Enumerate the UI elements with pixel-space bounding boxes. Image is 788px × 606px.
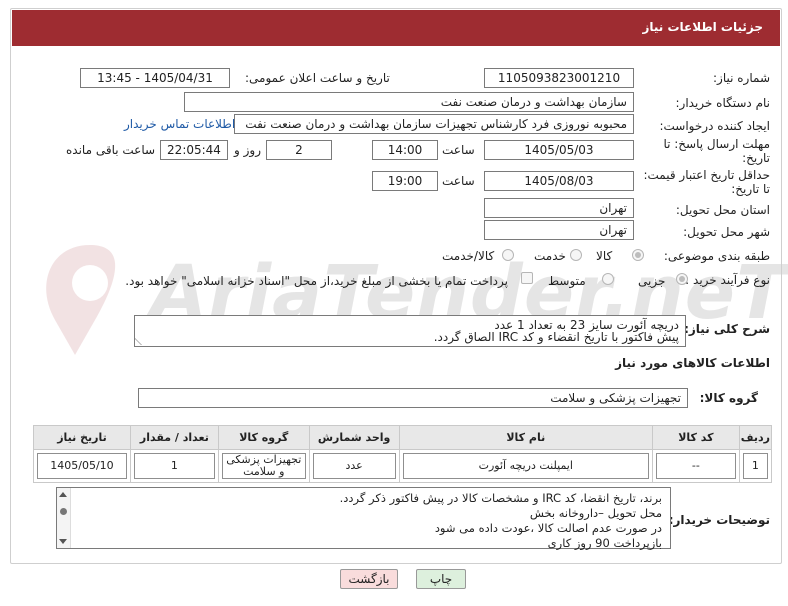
announce-date-field: 1405/04/31 - 13:45 xyxy=(80,68,230,88)
creator-label: ایجاد کننده درخواست: xyxy=(659,119,770,133)
scroll-down-icon[interactable] xyxy=(59,539,67,544)
buyer-org-field: سازمان بهداشت و درمان صنعت نفت xyxy=(184,92,634,112)
process-type-label: نوع فرآیند خرید : xyxy=(685,273,770,287)
category-goods-label: کالا xyxy=(596,249,613,263)
price-validity-label: حداقل تاریخ اعتبار قیمت: xyxy=(643,168,770,182)
buyer-notes-line-1: برند، تاریخ انقضا، کد IRC و مشخصات کالا … xyxy=(339,491,662,505)
province-label: استان محل تحویل: xyxy=(675,203,770,217)
cell-unit: عدد xyxy=(312,453,396,479)
col-date-header: تاریخ نیاز xyxy=(33,425,131,450)
panel-title: جزئیات اطلاعات نیاز xyxy=(642,20,763,34)
buyer-notes-text: برند، تاریخ انقضا، کد IRC و مشخصات کالا … xyxy=(82,491,662,551)
notes-scrollbar[interactable] xyxy=(57,488,71,548)
buyer-notes-textarea[interactable]: برند، تاریخ انقضا، کد IRC و مشخصات کالا … xyxy=(56,487,671,551)
need-number-field: 1105093823001210 xyxy=(484,68,634,88)
process-medium-label: متوسط xyxy=(548,274,586,288)
announce-date-label: تاریخ و ساعت اعلان عمومی: xyxy=(245,71,390,85)
col-code-header: کد کالا xyxy=(651,425,740,450)
process-partial-label: جزیی xyxy=(638,274,666,288)
page: AriaTender.neT جزئیات اطلاعات نیاز شماره… xyxy=(0,0,788,606)
goods-group-field: تجهیزات پزشکی و سلامت xyxy=(138,388,688,408)
deadline-time-label: ساعت xyxy=(442,143,475,157)
city-label: شهر محل تحویل: xyxy=(683,225,770,239)
category-goods-radio[interactable] xyxy=(632,249,644,261)
description-label: شرح کلی نیاز: xyxy=(684,322,770,336)
buyer-notes-line-4: بازپرداخت 90 روز کاری xyxy=(547,536,662,550)
table-header-row: ردیف کد کالا نام کالا واحد شمارش گروه کا… xyxy=(33,425,773,450)
category-service-radio[interactable] xyxy=(570,249,582,261)
days-count-field: 2 xyxy=(266,140,332,160)
cell-qty: 1 xyxy=(133,453,215,479)
category-goods-service-label: کالا/خدمت xyxy=(442,249,495,263)
price-validity-time-label: ساعت xyxy=(442,174,475,188)
deadline-date-field: 1405/05/03 xyxy=(484,140,634,160)
scroll-thumb-icon[interactable] xyxy=(60,508,67,515)
description-textarea[interactable]: دریچه آئورت سایز 23 به تعداد 1 عدد پیش ف… xyxy=(134,315,686,347)
buyer-notes-label: توضیحات خریدار: xyxy=(668,513,770,527)
col-qty-header: تعداد / مقدار xyxy=(129,425,219,450)
table-row: 1 -- ایمپلنت دریچه آئورت عدد تجهیزات پزش… xyxy=(33,449,773,483)
remaining-time-field: 22:05:44 xyxy=(160,140,228,160)
buyer-contact-link[interactable]: اطلاعات تماس خریدار xyxy=(124,117,235,131)
deadline-label: مهلت ارسال پاسخ: تا xyxy=(663,137,770,151)
cell-code: -- xyxy=(655,453,736,479)
deadline-label-date: تاریخ: xyxy=(742,151,770,165)
cell-row: 1 xyxy=(742,453,768,479)
cell-group: تجهیزات پزشکی و سلامت xyxy=(221,453,306,479)
price-validity-label-date: تا تاریخ: xyxy=(731,182,770,196)
treasury-payment-checkbox[interactable] xyxy=(521,272,533,284)
print-button[interactable]: چاپ xyxy=(416,569,466,589)
col-unit-header: واحد شمارش xyxy=(308,425,400,450)
city-field: تهران xyxy=(484,220,634,240)
category-goods-service-radio[interactable] xyxy=(502,249,514,261)
price-validity-date-field: 1405/08/03 xyxy=(484,171,634,191)
goods-info-title: اطلاعات کالاهای مورد نیاز xyxy=(615,356,770,370)
category-service-label: خدمت xyxy=(534,249,566,263)
panel-header: جزئیات اطلاعات نیاز xyxy=(12,10,780,46)
goods-group-label: گروه کالا: xyxy=(699,391,758,405)
buyer-notes-line-3: در صورت عدم اصالت کالا ،عودت داده می شود xyxy=(434,521,662,535)
cell-name: ایمپلنت دریچه آئورت xyxy=(402,453,649,479)
process-medium-radio[interactable] xyxy=(602,273,614,285)
process-partial-radio[interactable] xyxy=(676,273,688,285)
category-label: طبقه بندی موضوعی: xyxy=(663,249,770,263)
col-group-header: گروه کالا xyxy=(217,425,310,450)
buyer-notes-line-2: محل تحویل –داروخانه بخش xyxy=(529,506,662,520)
scroll-up-icon[interactable] xyxy=(59,492,67,497)
treasury-payment-note: پرداخت تمام یا بخشی از مبلغ خرید،از محل … xyxy=(125,274,508,288)
deadline-time-field: 14:00 xyxy=(372,140,438,160)
col-name-header: نام کالا xyxy=(398,425,653,450)
col-row-header: ردیف xyxy=(738,425,773,450)
creator-field: محبوبه نوروزی فرد کارشناس تجهیزات سازمان… xyxy=(234,114,634,134)
remaining-label: ساعت باقی مانده xyxy=(66,143,156,157)
back-button[interactable]: بازگشت xyxy=(340,569,398,589)
cell-date: 1405/05/10 xyxy=(37,453,127,479)
days-label: روز و xyxy=(234,143,261,157)
price-validity-time-field: 19:00 xyxy=(372,171,438,191)
description-line-2: پیش فاکتور با تاریخ انقضاء و کد IRC الصا… xyxy=(433,330,679,344)
items-table: ردیف کد کالا نام کالا واحد شمارش گروه کا… xyxy=(33,425,773,483)
need-number-label: شماره نیاز: xyxy=(713,71,770,85)
buyer-org-label: نام دستگاه خریدار: xyxy=(675,96,771,110)
province-field: تهران xyxy=(484,198,634,218)
